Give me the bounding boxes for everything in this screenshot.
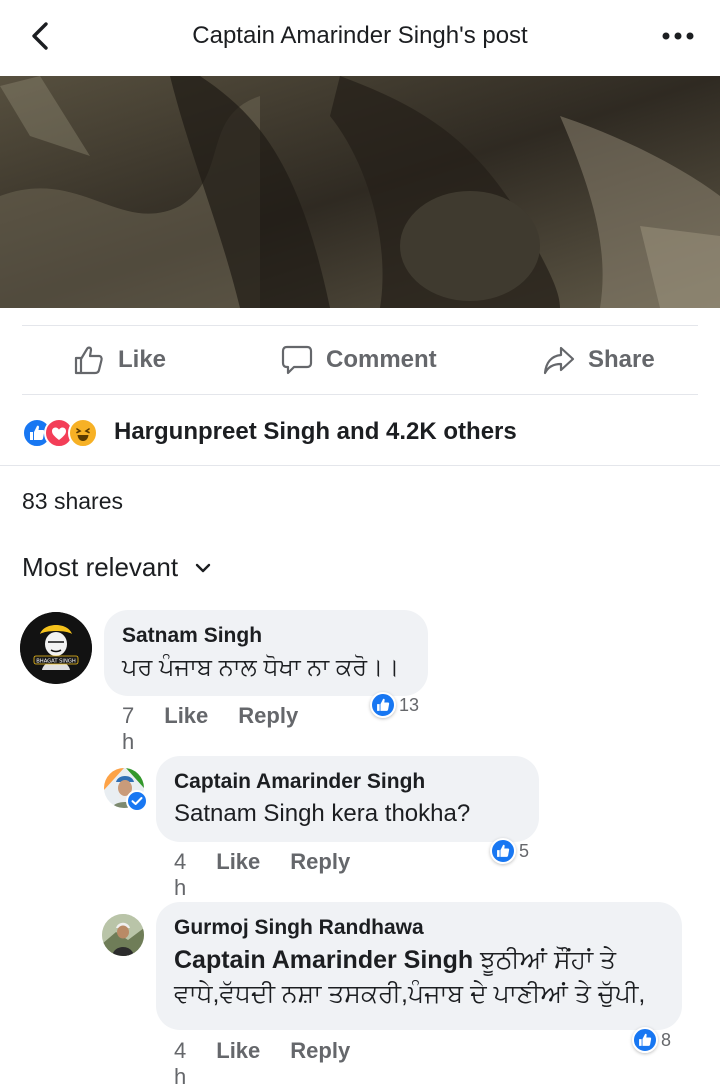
comment-bubble-icon <box>281 345 313 375</box>
comment-like-count[interactable]: 8 <box>632 1027 671 1053</box>
comment-text-line1: ਝੂਠੀਆਂ ਸੌਂਹਾਂ ਤੇ <box>473 946 616 974</box>
chevron-down-icon <box>195 563 211 572</box>
comment-reply-button[interactable]: Reply <box>290 849 350 901</box>
comment-mention-link[interactable]: Captain Amarinder Singh <box>174 946 473 974</box>
comment-sort-dropdown[interactable]: Most relevant <box>22 552 212 583</box>
more-options-icon[interactable] <box>658 18 698 54</box>
comment-text: ਪਰ ਪੰਜਾਬ ਨਾਲ ਧੋਖਾ ਨਾ ਕਰੋ।। <box>122 654 400 681</box>
divider <box>0 465 720 466</box>
sort-label: Most relevant <box>22 552 179 582</box>
divider <box>22 394 698 395</box>
comment-bubble: Satnam Singh ਪਰ ਪੰਜਾਬ ਨਾਲ ਧੋਖਾ ਨਾ ਕਰੋ।। <box>104 610 428 696</box>
comment-meta: 4 h Like Reply <box>174 1038 350 1084</box>
comment-meta: 4 h Like Reply <box>174 849 350 901</box>
comment-meta: 7 h Like Reply <box>122 703 298 755</box>
comment-author[interactable]: Satnam Singh <box>122 624 410 648</box>
share-button-label: Share <box>588 346 655 373</box>
comment-button[interactable]: Comment <box>280 326 437 394</box>
reactions-summary[interactable]: Hargunpreet Singh and 4.2K others <box>22 414 517 450</box>
page-title: Captain Amarinder Singh's post <box>192 22 528 49</box>
avatar[interactable] <box>102 914 144 956</box>
comment-like-button[interactable]: Like <box>216 1038 260 1084</box>
post-actions: Like Comment Share <box>0 326 720 394</box>
like-icon <box>490 838 516 864</box>
comment-like-button[interactable]: Like <box>216 849 260 901</box>
like-button-label: Like <box>118 346 167 373</box>
reaction-icons <box>22 416 112 448</box>
share-arrow-icon <box>543 346 575 375</box>
comment-time: 7 h <box>122 703 135 754</box>
like-count-value: 8 <box>661 1029 672 1050</box>
reactions-summary-text: Hargunpreet Singh and 4.2K others <box>114 418 517 445</box>
comment-like-count[interactable]: 5 <box>490 838 529 864</box>
comment-time: 4 h <box>174 1038 187 1084</box>
like-icon <box>370 692 396 718</box>
comment-text: Satnam Singh kera thokha? <box>174 800 471 827</box>
comment-reply-button[interactable]: Reply <box>290 1038 350 1084</box>
share-button[interactable]: Share <box>542 326 655 394</box>
like-button[interactable]: Like <box>72 326 166 394</box>
comment-bubble: Captain Amarinder Singh Satnam Singh ker… <box>156 756 539 842</box>
haha-icon <box>68 418 98 448</box>
comment-button-label: Comment <box>326 346 437 373</box>
comment-author[interactable]: Captain Amarinder Singh <box>174 770 521 794</box>
comment-text: Captain Amarinder Singh ਝੂਠੀਆਂ ਸੌਂਹਾਂ ਤੇ… <box>174 944 664 1012</box>
comment-text-line2: ਵਾਧੇ,ਵੱਧਦੀ ਨਸ਼ਾ ਤਸਕਰੀ,ਪੰਜਾਬ ਦੇ ਪਾਣੀਆਂ ਤੇ… <box>174 979 646 1008</box>
comment-time: 4 h <box>174 849 187 900</box>
avatar[interactable]: BHAGAT SINGH <box>20 612 92 684</box>
avatar-caption: BHAGAT SINGH <box>36 659 76 665</box>
comment-bubble: Gurmoj Singh Randhawa Captain Amarinder … <box>156 902 682 1030</box>
like-count-value: 13 <box>399 694 420 715</box>
like-icon <box>632 1027 658 1053</box>
comment-reply-button[interactable]: Reply <box>238 703 298 755</box>
like-count-value: 5 <box>519 840 530 861</box>
verified-badge-icon <box>126 790 148 812</box>
thumbs-up-icon <box>74 346 103 375</box>
post-photo[interactable] <box>0 76 720 308</box>
comment-like-button[interactable]: Like <box>164 703 208 755</box>
shares-count[interactable]: 83 shares <box>22 488 123 515</box>
top-bar: Captain Amarinder Singh's post <box>0 0 720 76</box>
comment-author[interactable]: Gurmoj Singh Randhawa <box>174 916 664 940</box>
comment-like-count[interactable]: 13 <box>370 692 419 718</box>
